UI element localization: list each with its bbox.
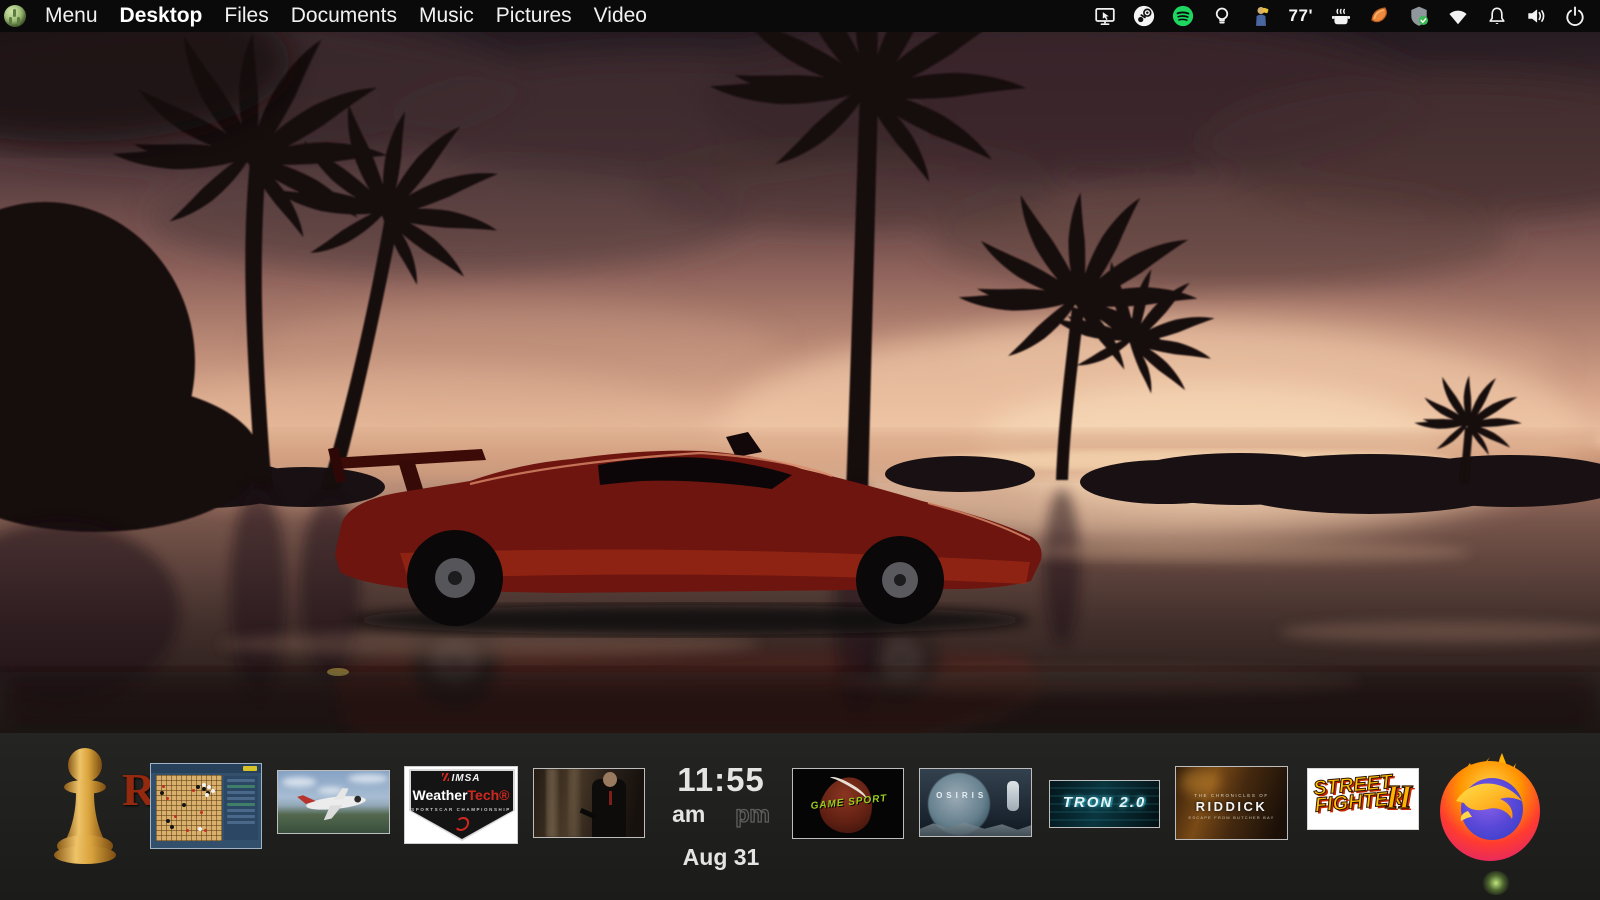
dock-item-tron-video[interactable]: TRON 2.0 (1049, 780, 1160, 828)
shield-check-icon[interactable] (1408, 5, 1430, 27)
wifi-icon[interactable] (1447, 5, 1469, 27)
clock-am: am (672, 801, 705, 828)
osiris-title: OSIRIS (920, 791, 1003, 800)
orange-slice-icon[interactable] (1369, 5, 1391, 27)
display-sharing-icon[interactable] (1094, 5, 1116, 27)
menu-orb-icon[interactable] (4, 5, 26, 27)
dock-clock-widget: 11:55 am pm Aug 31 (655, 761, 787, 871)
riddick-subtitle: ESCAPE FROM BUTCHER BAY (1176, 815, 1287, 820)
menubar-item-documents[interactable]: Documents (291, 4, 397, 28)
dock-item-firefox[interactable] (1432, 749, 1548, 865)
dock-item-riddick-video[interactable]: THE CHRONICLES OF RIDDICK ESCAPE FROM BU… (1175, 766, 1288, 840)
desktop-screen: Menu Desktop Files Documents Music Pictu… (0, 0, 1600, 900)
spotify-icon[interactable] (1172, 5, 1194, 27)
bottom-dock: R (0, 733, 1600, 900)
clock-time: 11:55 (655, 761, 787, 799)
airplane-icon (292, 785, 378, 821)
dock-item-flight-sim-window[interactable] (277, 770, 390, 834)
dock-item-osiris-video[interactable]: OSIRIS (919, 768, 1032, 837)
astronaut-shape (1007, 781, 1019, 811)
menubar-item-music[interactable]: Music (419, 4, 474, 28)
menu-button[interactable]: Menu (45, 4, 98, 28)
top-panel: Menu Desktop Files Documents Music Pictu… (0, 0, 1600, 32)
volume-icon[interactable] (1525, 5, 1547, 27)
menubar-item-desktop[interactable]: Desktop (120, 4, 203, 28)
dock-item-imsa-weathertech-window[interactable]: IMSA WeatherTech® SPORTSCAR CHAMPIONSHIP (404, 766, 518, 844)
clock-date: Aug 31 (655, 844, 787, 871)
running-indicator-glow (1482, 871, 1510, 895)
steaming-pot-icon[interactable] (1330, 5, 1352, 27)
weathertech-word-weather: Weather (413, 787, 468, 803)
dock-item-go-board-window[interactable] (150, 763, 262, 849)
go-board (156, 775, 222, 841)
steam-icon[interactable] (1133, 5, 1155, 27)
clock-pm: pm (735, 801, 770, 828)
column-shape (546, 769, 559, 837)
tron-title: TRON 2.0 (1050, 794, 1159, 811)
riddick-pretitle: THE CHRONICLES OF (1176, 793, 1287, 798)
menubar-item-video[interactable]: Video (594, 4, 647, 28)
dock-item-movie-scene-window[interactable] (533, 768, 645, 838)
menubar-item-pictures[interactable]: Pictures (496, 4, 572, 28)
power-icon[interactable] (1564, 5, 1586, 27)
wallpaper-sunset-supercar (0, 32, 1600, 733)
go-side-panel (224, 776, 258, 840)
weather-applet-icon[interactable] (1250, 5, 1272, 27)
dock-item-football-video[interactable]: GAME SPORT (792, 768, 904, 839)
dock-item-chess-app[interactable]: R (50, 743, 160, 869)
street-fighter-numeral: II (1386, 779, 1412, 817)
notifications-bell-icon[interactable] (1486, 5, 1508, 27)
column-shape (568, 769, 581, 837)
go-yellow-button (243, 766, 257, 771)
imsa-brand: IMSA (405, 773, 517, 784)
menubar-item-files[interactable]: Files (224, 4, 268, 28)
lightbulb-icon[interactable] (1211, 5, 1233, 27)
chess-pawn-icon (50, 743, 120, 865)
temperature-readout[interactable]: 77' (1289, 6, 1313, 26)
weathertech-word-tech: Tech® (468, 787, 510, 803)
dock-item-street-fighter-video[interactable]: STREET FIGHTER II (1307, 768, 1419, 830)
imsa-subtitle: SPORTSCAR CHAMPIONSHIP (405, 807, 517, 812)
system-tray: 77' (1094, 5, 1600, 27)
suited-man-silhouette (592, 779, 626, 838)
riddick-title: RIDDICK (1176, 799, 1287, 814)
firefox-icon (1432, 749, 1548, 865)
